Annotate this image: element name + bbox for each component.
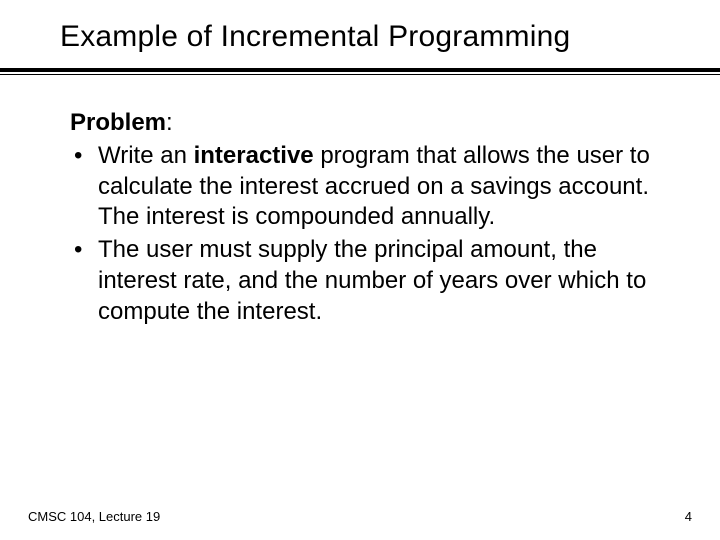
bullet2-text: The user must supply the principal amoun… [98,236,646,324]
problem-heading-bold: Problem [70,109,166,136]
bullet1-pre: Write an [98,142,194,169]
problem-heading: Problem: [70,109,650,137]
list-item: The user must supply the principal amoun… [70,235,650,327]
slide-footer: CMSC 104, Lecture 19 4 [0,509,720,524]
page-number: 4 [685,509,692,524]
title-rule [0,68,720,75]
footer-left: CMSC 104, Lecture 19 [28,509,160,524]
slide-title: Example of Incremental Programming [60,20,690,54]
title-area: Example of Incremental Programming [0,0,720,60]
bullet1-bold: interactive [194,142,314,169]
bullet-list: Write an interactive program that allows… [70,141,650,327]
list-item: Write an interactive program that allows… [70,141,650,233]
slide: Example of Incremental Programming Probl… [0,0,720,540]
problem-heading-colon: : [166,109,173,136]
slide-body: Problem: Write an interactive program th… [0,75,720,327]
rule-thick [0,68,720,72]
